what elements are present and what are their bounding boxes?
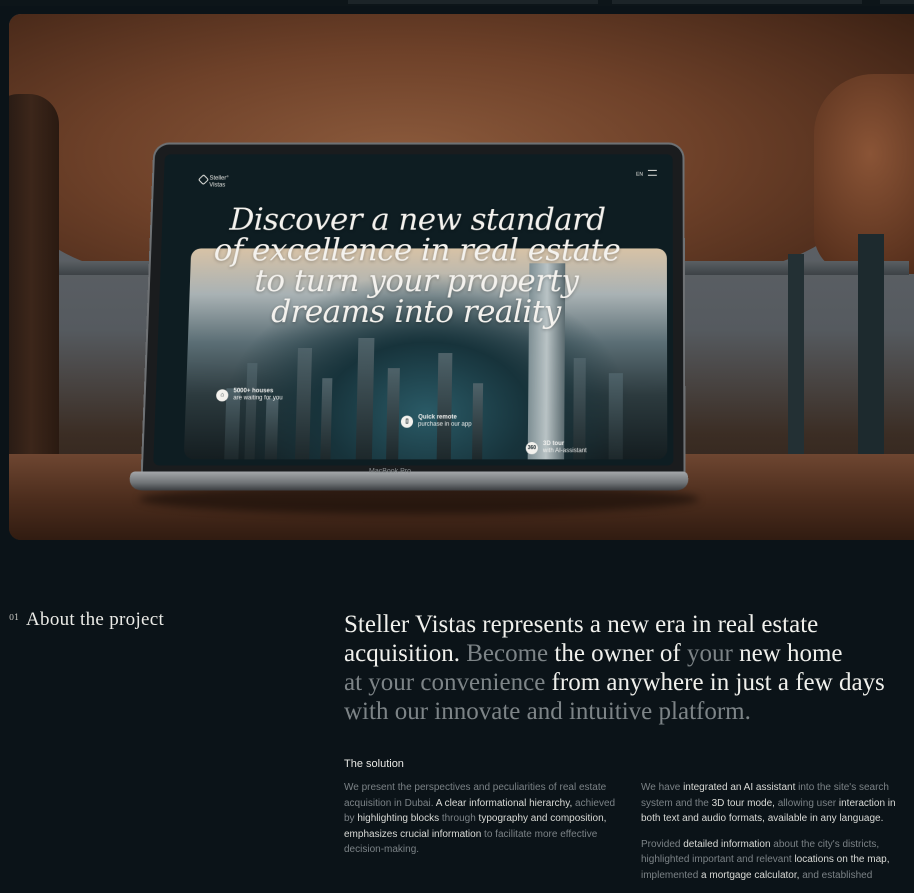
feature-title: Quick remote [418,414,457,421]
section-number: 01 [9,613,20,622]
top-bar-segment [348,0,598,4]
feature-houses: ⌂ 5000+ houses are waiting for you [216,388,283,402]
lead-segment: your [686,640,733,667]
logo-icon [197,174,210,186]
building [295,348,313,460]
brand-name: Steller° Vistas [209,175,229,189]
paragraph-segment: integrated an AI assistant [683,782,796,793]
paragraph: We present the perspectives and peculiar… [344,780,626,858]
lead-line: acquisition. Become the owner of your ne… [344,639,914,668]
laptop: Steller° Vistas EN Discover a new standa… [142,144,684,480]
lead-line: Steller Vistas represents a new era in r… [344,610,914,639]
hero-photo: Steller° Vistas EN Discover a new standa… [9,14,914,540]
paragraph-segment: highlighting blocks [357,813,440,824]
screen-headline: Discover a new standard of excellence in… [158,202,673,330]
paragraph-segment: emphasizes crucial information [344,828,482,840]
language-switch: EN [636,171,643,178]
phone-icon: ▯ [400,415,414,428]
paragraph-segment: typography and composition, [478,813,607,824]
headline-line: to turn your property [253,263,579,300]
lead-segment: Steller Vistas represents a new era in r… [344,611,819,638]
paragraph-segment: a mortgage calculator, [701,869,800,881]
paragraph-segment: allowing user [774,797,839,809]
top-bar-segment [612,0,862,4]
lead-segment: at your convenience [344,669,546,696]
feature-text: 5000+ houses are waiting for you [233,388,283,402]
building [320,378,333,460]
top-bar [0,0,914,6]
headline-line: of excellence in real estate [213,232,621,269]
360-icon: 360 [525,442,538,455]
paragraph-segment: A clear informational hierarchy, [435,797,573,809]
headline-line: Discover a new standard [229,202,606,238]
building [472,383,484,460]
section-title: About the project [26,609,165,630]
building [264,398,279,460]
lead-segment: acquisition. [344,640,467,667]
solution-heading: The solution [344,758,404,770]
laptop-screen: Steller° Vistas EN Discover a new standa… [153,154,674,466]
paragraph: We have integrated an AI assistant into … [641,780,911,827]
feature-text: 3D tour with AI-assistant [543,441,587,455]
building [244,363,258,460]
feature-title: 3D tour [542,441,565,448]
lead-line: at your convenience from anywhere in jus… [344,668,914,697]
lead-segment: Become [466,640,549,667]
project-lead-text: Steller Vistas represents a new era in r… [344,610,914,726]
feature-subtitle: with AI-assistant [542,448,587,455]
lead-segment: new home [732,640,843,667]
paragraph-segment: locations on the map, [794,854,890,865]
device-label: MacBook Pro [369,468,412,475]
solution-right-column: We have integrated an AI assistant into … [641,780,911,893]
feature-subtitle: are waiting for you [233,395,283,402]
paragraph-segment: We have [641,782,684,793]
paragraph-segment: Provided [641,838,684,850]
feature-remote-purchase: ▯ Quick remote purchase in our app [400,415,472,429]
paragraph-segment: detailed information [683,838,771,850]
lead-line: with our innovate and intuitive platform… [344,697,914,726]
paragraph-segment: through [439,813,479,824]
paragraph: Provided detailed information about the … [641,837,911,884]
lead-segment: with our innovate and intuitive platform… [344,698,751,725]
paragraph-segment: implemented [641,869,702,881]
lead-segment: from anywhere in just a few days [545,669,885,696]
feature-text: Quick remote purchase in our app [418,415,472,429]
building [436,353,453,460]
lead-segment: the owner of [548,640,687,667]
building [386,368,400,460]
paragraph-segment: 3D tour mode, [711,797,775,809]
feature-3d-tour: 360 3D tour with AI-assistant [525,441,587,455]
solution-left-column: We present the perspectives and peculiar… [344,780,626,868]
menu-icon [647,169,657,176]
feature-title: 5000+ houses [233,388,274,395]
top-bar-segment [880,0,914,4]
building [608,373,623,460]
paragraph-segment: and established [799,869,873,881]
building [355,337,375,460]
headline-line: dreams into reality [270,294,561,330]
feature-subtitle: purchase in our app [417,421,472,428]
home-icon: ⌂ [216,389,229,402]
